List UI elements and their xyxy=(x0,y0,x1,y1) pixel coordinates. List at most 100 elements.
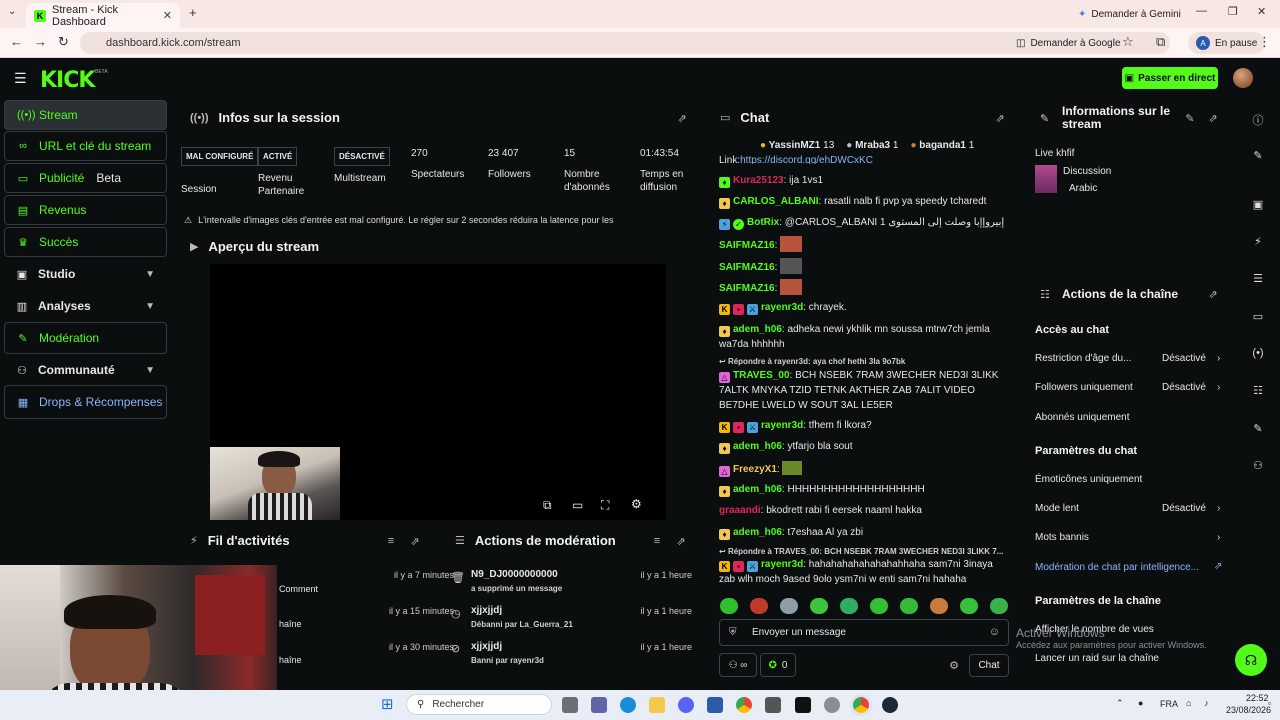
notification-icon[interactable]: ▫ xyxy=(1268,698,1271,708)
new-tab-icon[interactable]: + xyxy=(189,5,197,20)
player-panel-icon[interactable]: ▣ xyxy=(1250,198,1266,211)
chat-username[interactable]: SAIFMAZ16 xyxy=(719,283,775,294)
slow-mode-value[interactable]: Désactivé xyxy=(1162,503,1206,514)
chat-username[interactable]: SAIFMAZ16 xyxy=(719,262,775,273)
channel-points-button[interactable]: ✪ 0 xyxy=(760,653,796,677)
sidebar-item-community[interactable]: ⚇ Communauté ▼ xyxy=(4,355,167,385)
profile-button[interactable]: A En pause xyxy=(1188,32,1266,54)
chat-username[interactable]: SAIFMAZ16 xyxy=(719,240,775,251)
emote-icon[interactable] xyxy=(750,598,768,614)
community-icon[interactable]: ⚇ xyxy=(1250,459,1266,472)
chat-username[interactable]: CARLOS_ALBANI xyxy=(733,196,819,207)
chat-username[interactable]: adem_h06 xyxy=(733,527,782,538)
clock-time[interactable]: 22:52 xyxy=(1246,693,1269,703)
volume-icon[interactable]: ♪ xyxy=(1204,698,1209,708)
list-icon[interactable]: ☰ xyxy=(1250,272,1266,285)
sidebar-item-achievements[interactable]: ♛ Succès xyxy=(4,227,167,257)
obs-icon[interactable] xyxy=(824,697,840,713)
emotes-only-label[interactable]: Émoticônes uniquement xyxy=(1035,474,1142,485)
steam-icon[interactable] xyxy=(882,697,898,713)
sidebar-item-stream[interactable]: ((•)) Stream xyxy=(4,100,167,130)
discord-icon[interactable] xyxy=(678,697,694,713)
emote-icon[interactable] xyxy=(930,598,948,614)
bookmark-star-icon[interactable]: ☆ xyxy=(1122,34,1134,50)
chat-settings-icon[interactable]: ⚙ xyxy=(944,655,964,675)
store-icon[interactable] xyxy=(765,697,781,713)
chat-send-button[interactable]: Chat xyxy=(969,654,1009,677)
chat-input[interactable]: ⛨ Envoyer un message ☺ xyxy=(719,619,1009,646)
emote-icon[interactable] xyxy=(870,598,888,614)
network-icon[interactable]: ⌂ xyxy=(1186,698,1191,708)
emote-icon[interactable] xyxy=(900,598,918,614)
pip-icon[interactable]: ⧉ xyxy=(543,498,552,513)
sidebar-item-drops[interactable]: ▦ Drops & Récompenses xyxy=(4,385,167,419)
chat-username[interactable]: TRAVES_00 xyxy=(733,370,790,381)
kick-logo[interactable]: KICK xyxy=(40,68,95,93)
raid-label[interactable]: Lancer un raid sur la chaîne xyxy=(1035,653,1159,664)
extensions-icon[interactable]: ⧉ xyxy=(1156,34,1165,50)
edge-icon[interactable] xyxy=(620,697,636,713)
shield-icon[interactable]: ⛨ xyxy=(729,627,737,638)
task-view-icon[interactable] xyxy=(562,697,578,713)
sidebar-item-moderation[interactable]: ✎ Modération xyxy=(4,322,167,354)
tray-chevron-icon[interactable]: ⌃ xyxy=(1116,698,1124,709)
taskbar-search[interactable]: ⚲ Rechercher xyxy=(406,694,552,715)
close-window-icon[interactable]: ✕ xyxy=(1257,5,1266,18)
lightning-icon[interactable]: ⚡ xyxy=(1250,235,1266,248)
filter-icon[interactable]: ≡ xyxy=(381,531,401,551)
chat-username[interactable]: graaandi xyxy=(719,505,761,516)
user-avatar[interactable] xyxy=(1233,68,1253,88)
popout-icon[interactable]: ⇗ xyxy=(405,531,425,551)
reload-icon[interactable]: ↻ xyxy=(58,34,69,50)
emote-icon[interactable] xyxy=(840,598,858,614)
hamburger-menu-icon[interactable]: ☰ xyxy=(14,70,27,87)
chat-username[interactable]: adem_h06 xyxy=(733,484,782,495)
go-live-button[interactable]: ▣ Passer en direct xyxy=(1122,67,1218,89)
chrome-icon[interactable] xyxy=(736,697,752,713)
back-icon[interactable]: ← xyxy=(10,34,23,49)
fullscreen-icon[interactable]: ⛶ xyxy=(601,498,609,513)
subs-only-label[interactable]: Abonnés uniquement xyxy=(1035,412,1130,423)
file-explorer-icon[interactable] xyxy=(649,697,665,713)
gemini-button[interactable]: ✦ Demander à Gemini xyxy=(1070,3,1189,25)
popout-icon[interactable]: ⇗ xyxy=(1203,108,1223,128)
chat-link[interactable]: https://discord.gg/ehDWCxKC xyxy=(740,155,873,164)
teams-icon[interactable] xyxy=(591,697,607,713)
clock-date[interactable]: 23/08/2026 xyxy=(1226,705,1271,715)
chrome-active-icon[interactable] xyxy=(853,697,869,713)
chevron-right-icon[interactable]: › xyxy=(1217,382,1220,393)
close-tab-icon[interactable]: ✕ xyxy=(163,9,172,22)
sidebar-item-stream-key[interactable]: ∞ URL et clé du stream xyxy=(4,131,167,161)
url-field[interactable]: dashboard.kick.com/stream xyxy=(80,32,1170,54)
info-icon[interactable]: ⓘ xyxy=(1250,112,1266,128)
chat-username[interactable]: Kura25123 xyxy=(733,175,784,186)
chat-username[interactable]: BotRix xyxy=(747,217,779,228)
popout-icon[interactable]: ⇗ xyxy=(672,108,692,128)
chat-bubble-icon[interactable]: ▭ xyxy=(1250,310,1266,323)
ai-moderation-link[interactable]: Modération de chat par intelligence... xyxy=(1035,562,1199,573)
windows-start-icon[interactable]: ⊞ xyxy=(381,695,394,713)
tray-app-icon[interactable]: ● xyxy=(1138,698,1143,708)
theater-icon[interactable]: ▭ xyxy=(572,498,583,512)
forward-icon[interactable]: → xyxy=(34,34,47,49)
popout-icon[interactable]: ⇗ xyxy=(671,531,691,551)
wrench-icon[interactable]: ✎ xyxy=(1250,422,1266,435)
chat-username[interactable]: rayenr3d xyxy=(761,420,803,431)
chat-username[interactable]: FreezyX1 xyxy=(733,464,777,475)
chat-username[interactable]: rayenr3d xyxy=(761,302,803,313)
popout-icon[interactable]: ⇗ xyxy=(1203,284,1223,304)
language-indicator[interactable]: FRA xyxy=(1160,699,1178,709)
followers-only-value[interactable]: Désactivé xyxy=(1162,382,1206,393)
followers-only-label[interactable]: Followers uniquement xyxy=(1035,382,1133,393)
emote-icon[interactable] xyxy=(990,598,1008,614)
age-restriction-label[interactable]: Restriction d'âge du... xyxy=(1035,353,1131,364)
chevron-right-icon[interactable]: › xyxy=(1217,532,1220,543)
browser-menu-icon[interactable]: ⋮ xyxy=(1258,34,1271,50)
age-restriction-value[interactable]: Désactivé xyxy=(1162,353,1206,364)
filter-icon[interactable]: ≡ xyxy=(647,531,667,551)
maximize-icon[interactable]: ❐ xyxy=(1228,5,1238,18)
browser-tab[interactable]: K Stream - Kick Dashboard ✕ xyxy=(26,3,180,28)
chat-username[interactable]: adem_h06 xyxy=(733,324,782,335)
emote-icon[interactable] xyxy=(780,598,798,614)
banned-words-label[interactable]: Mots bannis xyxy=(1035,532,1089,543)
